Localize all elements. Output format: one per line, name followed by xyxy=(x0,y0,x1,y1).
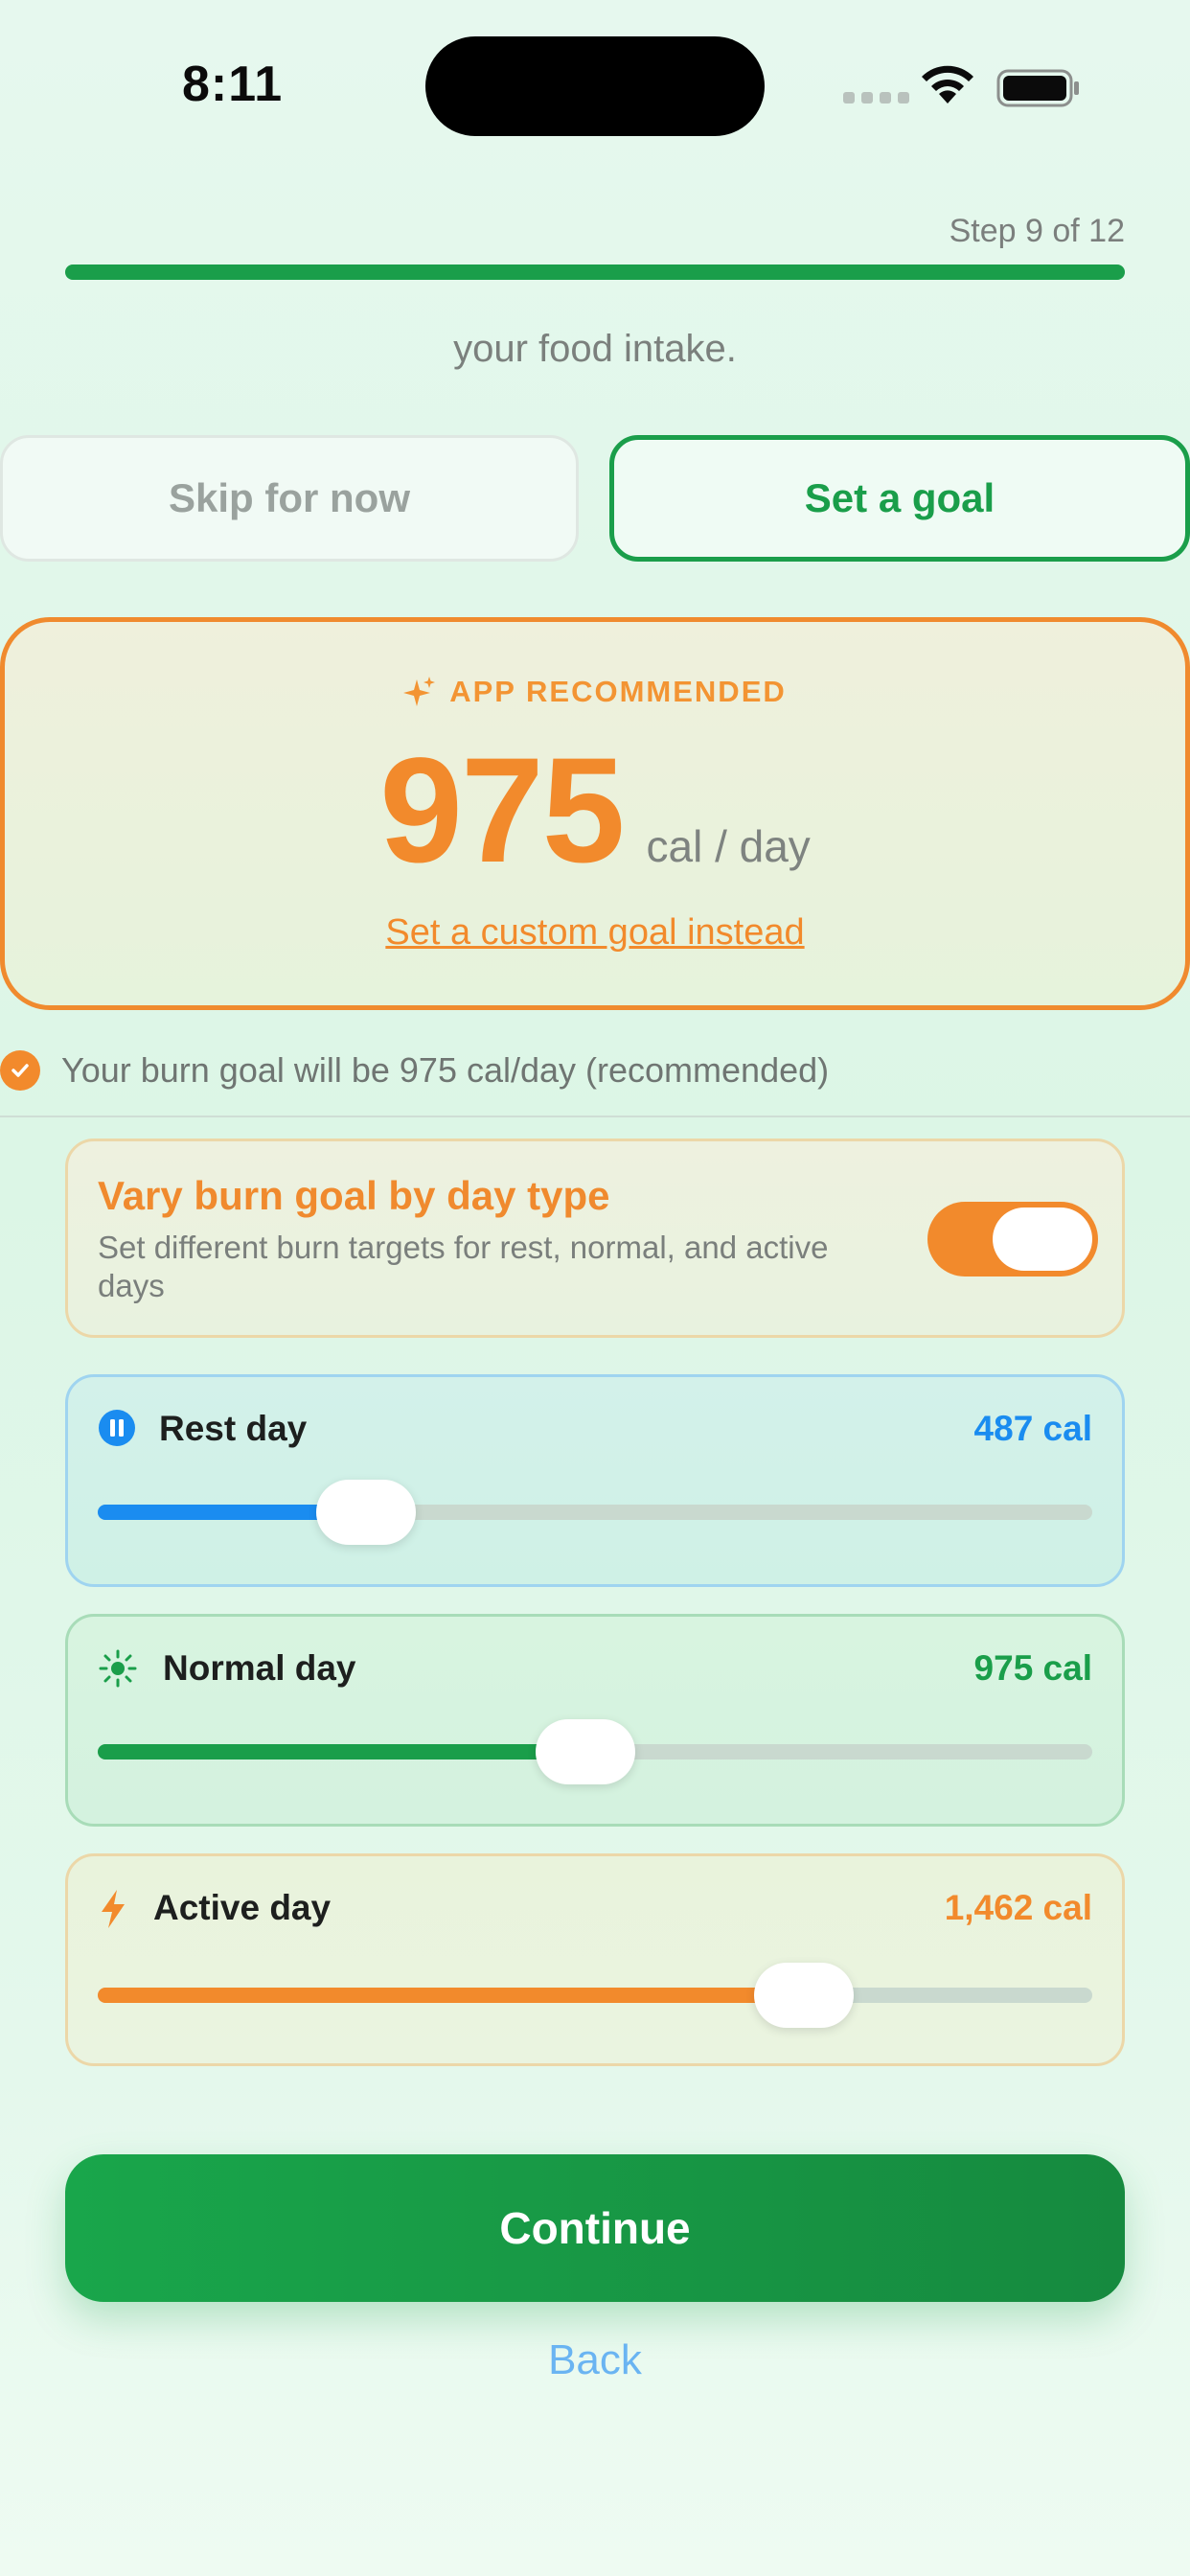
vary-goal-description: Set different burn targets for rest, nor… xyxy=(98,1230,829,1303)
toggle-knob xyxy=(993,1208,1092,1271)
recommended-unit: cal / day xyxy=(646,821,811,871)
vary-goal-toggle[interactable] xyxy=(927,1202,1098,1276)
recommended-label: APP RECOMMENDED xyxy=(0,675,1190,709)
step-indicator: Step 9 of 12 xyxy=(949,213,1125,249)
continue-button[interactable]: Continue xyxy=(65,2154,1125,2302)
progress-fill xyxy=(65,264,1125,280)
status-time: 8:11 xyxy=(182,57,284,112)
rest-day-slider-handle[interactable] xyxy=(316,1480,417,1545)
intro-text: your food intake. xyxy=(453,328,737,370)
recommended-value: 975 xyxy=(379,727,625,894)
wifi-icon xyxy=(922,65,973,104)
bolt-icon xyxy=(102,1890,125,1928)
active-day-slider-fill xyxy=(98,1988,804,2003)
vary-goal-title: Vary burn goal by day type xyxy=(98,1173,610,1218)
check-icon xyxy=(0,1050,40,1091)
recommended-label-text: APP RECOMMENDED xyxy=(449,675,787,708)
recommended-value-row: 975 cal / day xyxy=(0,736,1190,886)
active-day-card xyxy=(65,1853,1125,2066)
normal-day-label: Normal day xyxy=(163,1648,356,1688)
active-day-value: 1,462 cal xyxy=(944,1888,1092,1927)
custom-goal-link[interactable]: Set a custom goal instead xyxy=(0,912,1190,954)
rest-day-label: Rest day xyxy=(159,1409,308,1448)
normal-day-value: 975 cal xyxy=(973,1648,1092,1688)
skip-button[interactable]: Skip for now xyxy=(0,435,579,562)
cellular-signal-icon xyxy=(843,92,909,104)
battery-icon xyxy=(996,69,1079,107)
pause-icon xyxy=(99,1410,135,1446)
normal-day-slider-handle[interactable] xyxy=(535,1719,635,1784)
rest-day-value: 487 cal xyxy=(973,1409,1092,1448)
set-goal-button[interactable]: Set a goal xyxy=(609,435,1190,562)
active-day-label: Active day xyxy=(153,1888,332,1927)
sun-icon xyxy=(99,1649,137,1688)
sparkle-icon xyxy=(403,677,436,706)
divider xyxy=(0,1116,1190,1117)
dynamic-island xyxy=(425,36,765,136)
burn-goal-note: Your burn goal will be 975 cal/day (reco… xyxy=(0,1050,829,1091)
burn-goal-note-text: Your burn goal will be 975 cal/day (reco… xyxy=(61,1050,830,1090)
normal-day-slider-fill xyxy=(98,1744,585,1760)
back-button[interactable]: Back xyxy=(0,2336,1190,2384)
rest-day-card xyxy=(65,1374,1125,1587)
active-day-slider-handle[interactable] xyxy=(753,1963,854,2028)
